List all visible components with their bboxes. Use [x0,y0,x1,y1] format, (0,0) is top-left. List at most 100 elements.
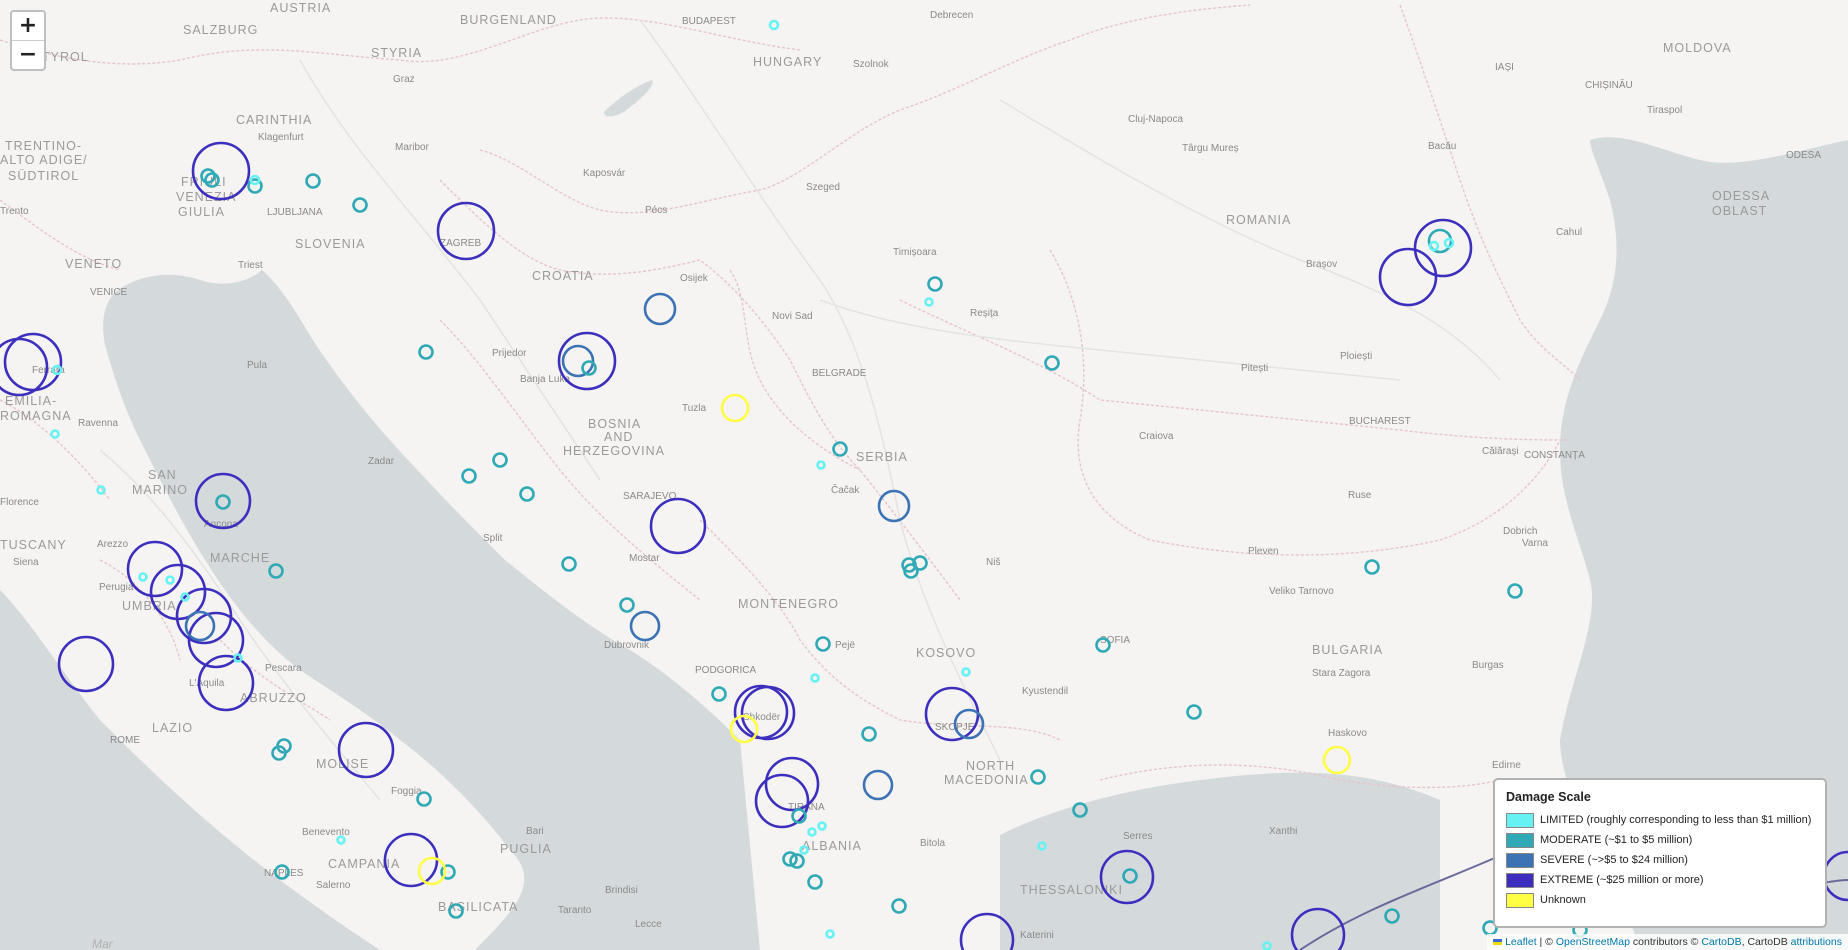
city-label: Florence [0,497,39,508]
city-label: Bitola [920,838,945,849]
city-label: Zadar [368,456,395,467]
attribution-text: contributors © [1629,936,1702,948]
ukraine-flag-icon [1493,939,1503,946]
city-label: Edirne [1492,760,1521,771]
map-label: SAN [148,468,177,482]
legend-swatch [1506,832,1534,848]
legend-swatch [1506,892,1534,908]
map-label: CARINTHIA [236,113,312,127]
map-label: SERBIA [856,450,908,464]
map-label: SALZBURG [183,23,258,37]
leaflet-link[interactable]: Leaflet [1505,936,1537,948]
city-label: Ruse [1348,490,1372,501]
city-label: Arezzo [97,539,129,550]
zoom-in-button[interactable]: + [12,12,44,41]
city-label: Maribor [395,142,430,153]
city-label: Călărași [1482,446,1519,457]
city-label: Klagenfurt [258,132,304,143]
map-label: CAMPANIA [328,857,400,871]
city-label: Taranto [558,905,592,916]
city-label: Pitești [1241,363,1268,374]
legend-swatch [1506,872,1534,888]
map-label: ALTO ADIGE/ [0,153,88,167]
map-label: UMBRIA [122,599,177,613]
city-label: Dubrovnik [604,640,650,651]
city-label: Graz [393,74,415,85]
map-label: ODESSA [1712,189,1770,203]
city-label: Xanthi [1269,826,1297,837]
city-label: IAȘI [1495,62,1514,73]
city-label: Mostar [629,553,660,564]
city-label: Brașov [1306,259,1337,270]
map-label: VENETO [65,257,122,271]
attributions-link[interactable]: attributions [1791,936,1842,948]
legend-label: SEVERE (~>$5 to $24 million) [1540,854,1688,866]
city-label: Pejë [835,640,855,651]
map-label: MONTENEGRO [738,597,839,611]
map-label: NORTH [966,759,1015,773]
city-label: Cahul [1556,227,1582,238]
zoom-out-button[interactable]: − [12,41,44,69]
map-label: OBLAST [1712,204,1767,218]
city-label: BUDAPEST [682,16,736,27]
city-label: PODGORICA [695,665,756,676]
city-label: Dobrich [1503,526,1537,537]
city-label: BELGRADE [812,368,867,379]
city-label: Siena [13,557,39,568]
legend-item-severe: SEVERE (~>$5 to $24 million) [1506,850,1815,870]
attribution-text: | © [1536,936,1556,948]
map-label: KOSOVO [916,646,976,660]
city-label: ODESA [1786,150,1821,161]
city-label: Haskovo [1328,728,1367,739]
city-label: Reșița [970,308,999,319]
city-label: Novi Sad [772,311,813,322]
city-label: Ravenna [78,418,118,429]
city-label: Timișoara [893,247,937,258]
city-label: VENICE [90,287,128,298]
map-label: BURGENLAND [460,13,557,27]
city-label: Osijek [680,273,709,284]
city-label: L'Aquila [189,678,225,689]
map-label: STYRIA [371,46,422,60]
city-label: Veliko Tarnovo [1269,586,1334,597]
map-label: ROMAGNA [0,409,72,423]
map-label: TYROL [42,50,89,64]
map-label: PUGLIA [500,842,552,856]
city-label: Salerno [316,880,351,891]
map-label: AND [604,430,633,444]
attribution: Leaflet | © OpenStreetMap contributors ©… [1487,934,1848,950]
city-label: ZAGREB [440,238,481,249]
legend-label: EXTREME (~$25 million or more) [1540,874,1704,886]
city-label: Trento [0,206,29,217]
city-label: Cluj-Napoca [1128,114,1183,125]
city-label: Perugia [99,582,134,593]
map-label: TUSCANY [0,538,67,552]
cartodb-link[interactable]: CartoDB [1701,936,1741,948]
city-label: Serres [1123,831,1152,842]
legend-label: Unknown [1540,894,1586,906]
map-label: MARINO [132,483,188,497]
map-label: HUNGARY [753,55,822,69]
map-label: TRENTINO- [5,139,82,153]
city-label: Târgu Mureș [1182,143,1239,154]
city-label: Stara Zagora [1312,668,1371,679]
legend-title: Damage Scale [1506,790,1591,804]
legend-item-moderate: MODERATE (~$1 to $5 million) [1506,830,1815,850]
city-label: CONSTANȚA [1524,450,1585,461]
city-label: Niš [986,557,1000,568]
map-label: GIULIA [178,205,225,219]
city-label: LJUBLJANA [267,207,323,218]
legend-item-extreme: EXTREME (~$25 million or more) [1506,870,1815,890]
city-label: Brindisi [605,885,638,896]
city-label: Pleven [1248,546,1279,557]
sea-label: Mar [92,937,114,950]
map-label: CROATIA [532,269,594,283]
attribution-text: , CartoDB [1741,936,1791,948]
legend-swatch [1506,852,1534,868]
city-label: Szolnok [853,59,890,70]
osm-link[interactable]: OpenStreetMap [1556,936,1630,948]
legend-item-unknown: Unknown [1506,890,1815,910]
city-label: Kyustendil [1022,686,1068,697]
city-label: Pescara [265,663,302,674]
map-label: MACEDONIA [944,773,1029,787]
